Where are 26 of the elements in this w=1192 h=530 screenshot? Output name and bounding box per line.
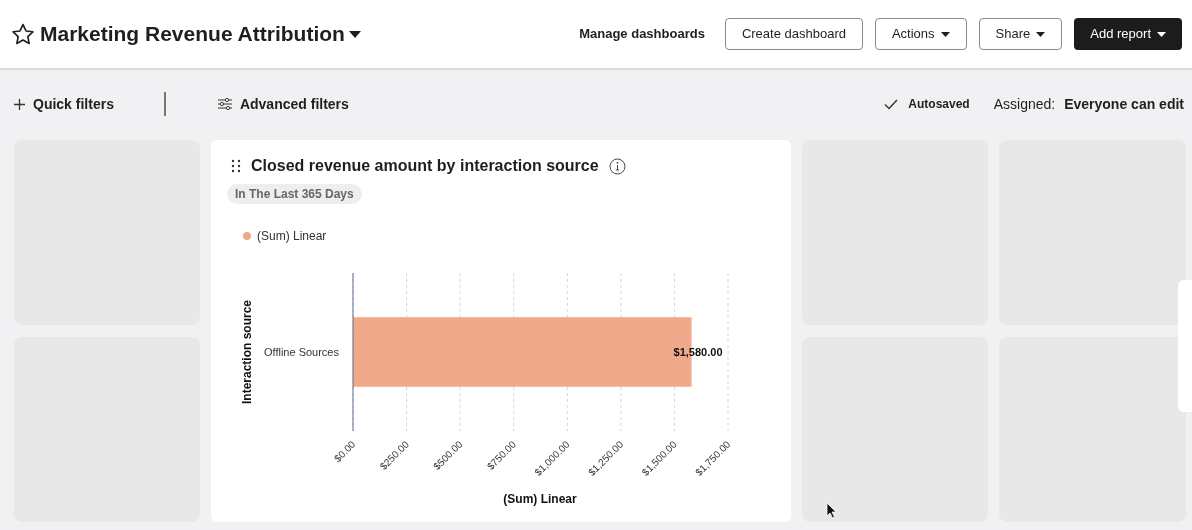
header-button[interactable]: Actions — [874, 18, 967, 50]
drag-handle-icon[interactable] — [231, 159, 241, 173]
advanced-filters-button[interactable]: Advanced filters — [217, 93, 349, 115]
info-icon[interactable] — [608, 157, 626, 175]
y-axis-title: Interaction source — [240, 300, 254, 404]
category-label: Offline Sources — [264, 346, 339, 358]
autosaved-status: Autosaved — [908, 96, 970, 113]
manage-link[interactable]: Manage dashboards — [571, 18, 713, 50]
assigned-label: Assigned: — [993, 94, 1056, 114]
star-icon[interactable] — [10, 21, 36, 47]
dashboard-title: Marketing Revenue Attribution — [40, 21, 345, 48]
header-button[interactable]: Add report — [1074, 18, 1182, 50]
quick-filters-button[interactable]: Quick filters — [14, 93, 114, 115]
check-icon — [884, 98, 899, 110]
report-title: Closed revenue amount by interaction source — [251, 156, 599, 176]
mouse-cursor-icon — [826, 502, 837, 519]
value-label: $1,580.00 — [673, 346, 723, 358]
header-button[interactable]: Share — [978, 18, 1063, 50]
legend-label: (Sum) Linear — [257, 228, 327, 245]
x-axis-title: (Sum) Linear — [503, 492, 577, 506]
caret-icon[interactable] — [348, 30, 361, 38]
date-range-badge: In The Last 365 Days — [227, 184, 362, 204]
plus-icon — [14, 98, 25, 110]
header-button[interactable]: Create dashboard — [724, 18, 863, 50]
assigned-value[interactable]: Everyone can edit — [1064, 93, 1184, 115]
sliders-icon — [217, 98, 232, 110]
